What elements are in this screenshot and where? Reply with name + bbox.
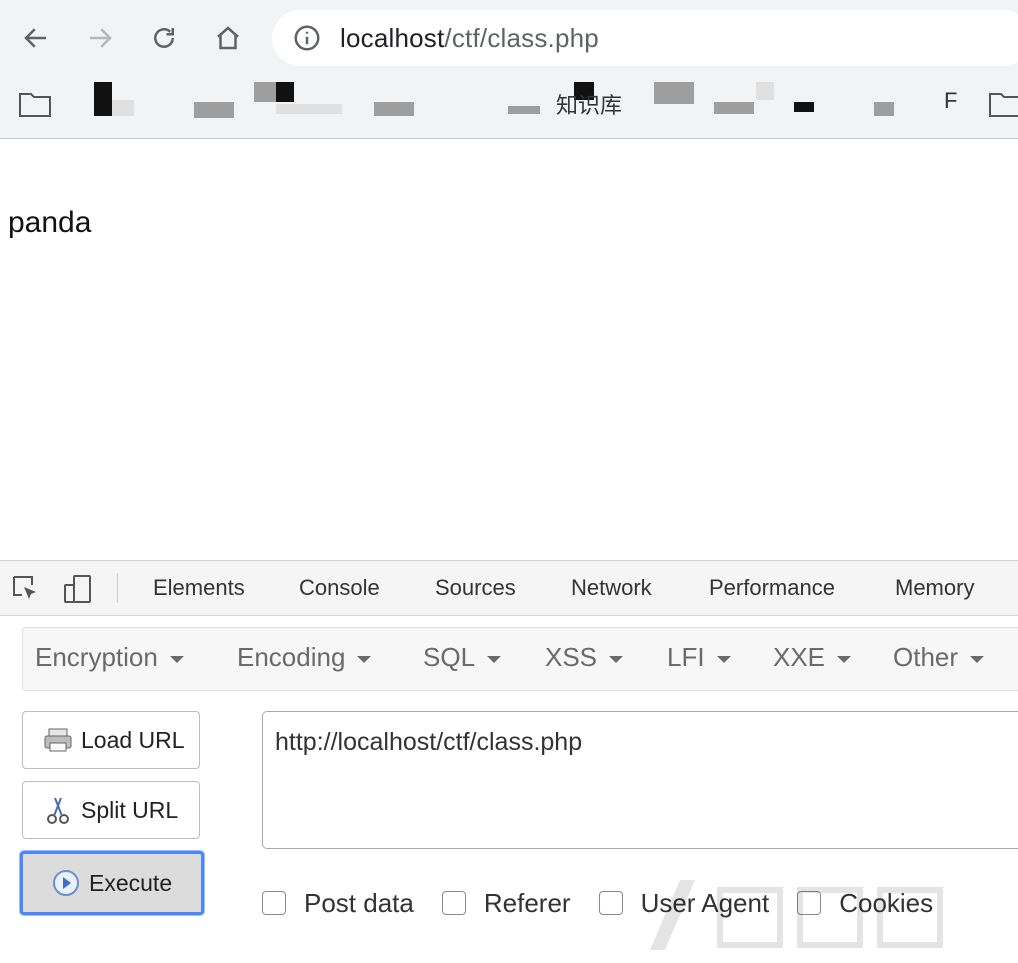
menu-label: Encryption xyxy=(35,642,158,672)
menu-other[interactable]: Other xyxy=(893,642,985,673)
menu-lfi[interactable]: LFI xyxy=(667,642,731,673)
folder-icon[interactable] xyxy=(18,90,52,118)
bookmarks-bar xyxy=(0,78,1018,139)
menu-label: Encoding xyxy=(237,642,346,672)
tab-sources[interactable]: Sources xyxy=(435,575,516,601)
url-path: /ctf/class.php xyxy=(444,22,599,53)
menu-label: XXE xyxy=(773,642,826,672)
execute-button[interactable]: Execute xyxy=(20,851,204,915)
redacted-bookmark xyxy=(94,100,112,116)
inspect-element-icon[interactable] xyxy=(10,573,42,605)
device-toolbar-icon[interactable] xyxy=(62,573,94,605)
option-label: Referer xyxy=(483,887,571,918)
caret-down-icon xyxy=(970,656,985,663)
menu-label: Other xyxy=(893,642,959,672)
caret-down-icon xyxy=(169,656,184,663)
redacted-bookmark xyxy=(112,100,134,116)
caret-down-icon xyxy=(837,656,852,663)
redacted-bookmark xyxy=(714,102,754,114)
redacted-bookmark xyxy=(794,102,814,112)
load-url-button[interactable]: Load URL xyxy=(22,711,200,769)
menu-xxe[interactable]: XXE xyxy=(773,642,852,673)
caret-down-icon xyxy=(609,656,624,663)
bookmark-label[interactable]: 知识库 xyxy=(556,88,622,120)
checkbox[interactable] xyxy=(441,891,466,915)
caret-down-icon xyxy=(487,656,502,663)
home-icon xyxy=(217,26,239,50)
option-label: Post data xyxy=(304,887,414,918)
back-button[interactable] xyxy=(14,16,58,60)
redacted-bookmark xyxy=(194,102,234,118)
menu-label: SQL xyxy=(423,642,476,672)
devtools-tabbar: Elements Console Sources Network Perform… xyxy=(0,561,1018,616)
menu-label: XSS xyxy=(545,642,598,672)
address-bar[interactable]: localhost/ctf/class.php xyxy=(272,10,1018,66)
scissors-icon xyxy=(47,797,69,824)
forward-button[interactable] xyxy=(78,16,122,60)
address-url[interactable]: localhost/ctf/class.php xyxy=(340,23,599,54)
split-url-button[interactable]: Split URL xyxy=(22,781,200,839)
play-icon xyxy=(53,870,79,896)
hackbar-url-input[interactable]: http://localhost/ctf/class.php xyxy=(262,711,1018,849)
folder-icon[interactable] xyxy=(988,90,1018,118)
redacted-bookmark xyxy=(254,82,276,102)
printer-icon xyxy=(44,728,72,752)
redacted-bookmark xyxy=(276,104,342,114)
menu-label: LFI xyxy=(667,642,705,672)
tab-separator xyxy=(117,573,118,603)
menu-encoding[interactable]: Encoding xyxy=(237,642,372,673)
tab-network[interactable]: Network xyxy=(571,575,652,601)
tab-elements[interactable]: Elements xyxy=(153,575,245,601)
info-icon[interactable] xyxy=(292,23,322,53)
arrow-right-icon xyxy=(90,28,112,48)
checkbox[interactable] xyxy=(598,891,623,915)
option-post-data[interactable]: Post data xyxy=(262,888,414,919)
reload-icon xyxy=(154,28,174,48)
hackbar-menu: Encryption Encoding SQL XSS LFI XXE Othe… xyxy=(22,627,1018,691)
caret-down-icon xyxy=(716,656,731,663)
page-body-text: panda xyxy=(8,206,92,239)
redacted-bookmark xyxy=(508,106,540,114)
caret-down-icon xyxy=(357,656,372,663)
menu-encryption[interactable]: Encryption xyxy=(35,642,184,673)
checkbox[interactable] xyxy=(262,891,286,915)
browser-toolbar: localhost/ctf/class.php xyxy=(0,0,1018,78)
redacted-bookmark xyxy=(874,102,894,116)
execute-label: Execute xyxy=(89,869,173,896)
option-referer[interactable]: Referer xyxy=(441,887,571,919)
arrow-left-icon xyxy=(24,28,46,48)
redacted-bookmark xyxy=(374,102,414,116)
menu-sql[interactable]: SQL xyxy=(423,642,502,673)
load-url-label: Load URL xyxy=(81,726,185,753)
tab-memory[interactable]: Memory xyxy=(895,575,974,601)
tab-console[interactable]: Console xyxy=(299,575,380,601)
home-button[interactable] xyxy=(206,16,250,60)
split-url-label: Split URL xyxy=(81,796,179,823)
redacted-bookmark xyxy=(276,82,294,102)
tab-performance[interactable]: Performance xyxy=(709,575,835,601)
bookmark-label[interactable]: F xyxy=(944,88,957,114)
redacted-bookmark xyxy=(94,82,112,102)
url-host: localhost xyxy=(340,22,445,53)
redacted-bookmark xyxy=(756,82,774,100)
redacted-bookmark xyxy=(654,82,694,104)
reload-button[interactable] xyxy=(142,16,186,60)
watermark-logo xyxy=(650,880,943,950)
menu-xss[interactable]: XSS xyxy=(545,642,624,673)
